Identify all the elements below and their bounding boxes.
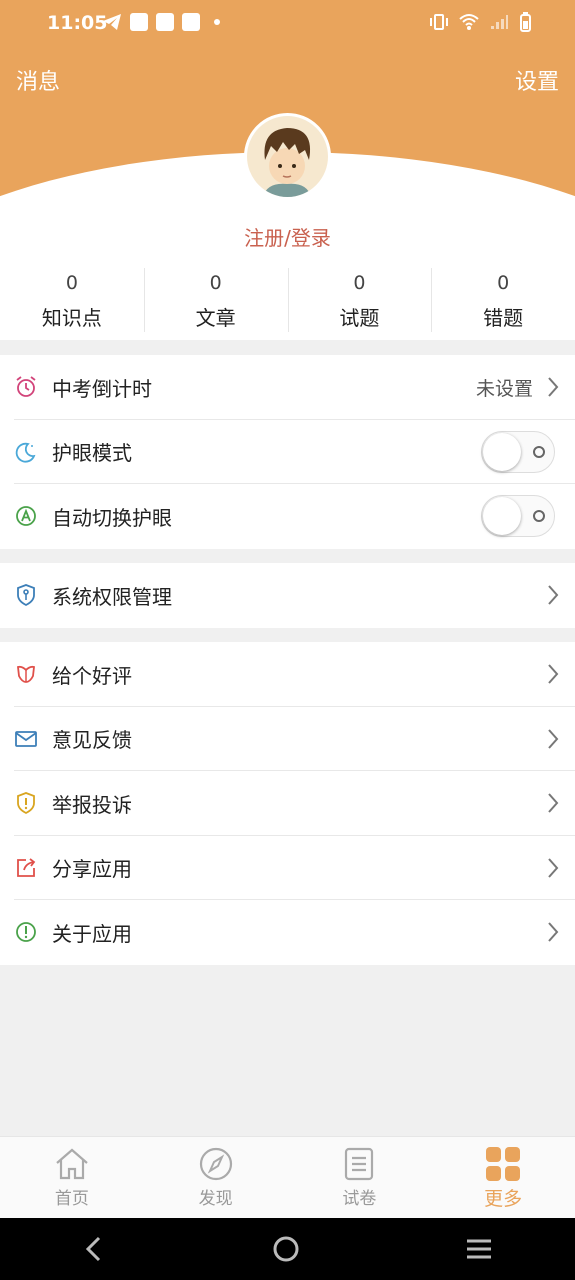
signal-icon: [491, 15, 508, 29]
home-icon: [56, 1148, 88, 1180]
settings-link[interactable]: 设置: [515, 64, 559, 96]
stat-wrong-questions[interactable]: 0 错题: [431, 262, 575, 340]
flower-icon: [14, 662, 38, 686]
countdown-value: 未设置: [475, 377, 533, 400]
chevron-right-icon: [548, 922, 559, 942]
countdown-right: 未设置: [476, 355, 559, 420]
moon-icon: [14, 440, 38, 464]
stats-bar: 0 知识点 0 文章 0 试题 0 错题: [0, 262, 575, 340]
battery-icon: [520, 12, 531, 32]
stat-label: 文章: [195, 306, 236, 330]
telegram-icon: [103, 14, 121, 30]
stat-articles[interactable]: 0 文章: [143, 262, 288, 340]
stat-value: 0: [353, 272, 366, 294]
chevron-right-icon: [548, 585, 559, 605]
vibrate-icon: [430, 14, 448, 30]
tab-home[interactable]: 首页: [0, 1137, 144, 1218]
chevron-right-icon: [548, 729, 559, 749]
permissions-group: 系统权限管理: [0, 563, 575, 628]
eye-mode-label: 护眼模式: [52, 441, 132, 466]
shield-key-icon: [14, 583, 38, 607]
rate-app-row[interactable]: 给个好评: [0, 642, 575, 707]
share-app-row[interactable]: 分享应用: [0, 836, 575, 901]
stat-value: 0: [209, 272, 222, 294]
share-app-right: [547, 836, 559, 901]
wifi-icon: [459, 14, 479, 30]
toggle-off-indicator: [533, 445, 545, 458]
stat-questions[interactable]: 0 试题: [287, 262, 432, 340]
avatar[interactable]: [244, 113, 331, 200]
info-circle-icon: [14, 920, 38, 944]
avatar-image: [263, 128, 311, 197]
report-label: 举报投诉: [52, 792, 132, 817]
more-group: 给个好评 意见反馈 举报投诉 分享应用 关于应用: [0, 642, 575, 965]
grid-icon: [486, 1147, 521, 1181]
report-row[interactable]: 举报投诉: [0, 771, 575, 836]
tab-label: 首页: [54, 1189, 89, 1209]
bottom-tab-bar: 首页 发现 试卷 更多: [0, 1136, 575, 1218]
system-icons: [429, 12, 531, 32]
status-bar: 11:05: [0, 0, 575, 48]
auto-eye-row: 自动切换护眼: [0, 484, 575, 549]
report-right: [547, 771, 559, 836]
countdown-label: 中考倒计时: [52, 376, 152, 401]
auto-switch-icon: [14, 504, 38, 528]
compass-icon: [199, 1147, 232, 1181]
mail-notification-icon: [182, 13, 200, 31]
toggle-off-indicator: [533, 510, 545, 523]
countdown-row[interactable]: 中考倒计时 未设置: [0, 355, 575, 420]
chevron-right-icon: [548, 858, 559, 878]
stat-label: 试题: [339, 306, 380, 330]
chevron-right-icon: [548, 664, 559, 684]
auto-eye-label: 自动切换护眼: [52, 505, 172, 530]
notification-icons: [102, 13, 220, 31]
stat-value: 0: [497, 272, 510, 294]
paper-icon: [345, 1147, 374, 1181]
toggle-knob: [483, 432, 521, 471]
login-register-link[interactable]: 注册/登录: [0, 222, 575, 251]
tab-label: 发现: [198, 1189, 233, 1209]
messages-link[interactable]: 消息: [16, 64, 60, 96]
permissions-right: [547, 563, 559, 628]
chevron-right-icon: [548, 377, 559, 397]
auto-eye-toggle[interactable]: [481, 495, 555, 538]
stat-value: 0: [65, 272, 78, 294]
tab-discover[interactable]: 发现: [144, 1137, 288, 1218]
alarm-clock-icon: [14, 375, 38, 399]
permissions-row[interactable]: 系统权限管理: [0, 563, 575, 628]
feedback-label: 意见反馈: [52, 728, 132, 753]
rate-app-label: 给个好评: [52, 663, 132, 688]
mail-notification-icon: [156, 13, 174, 31]
rate-app-right: [547, 642, 559, 707]
stat-label: 知识点: [41, 306, 102, 330]
toggle-knob: [483, 497, 521, 536]
recents-icon[interactable]: [465, 1237, 493, 1261]
chevron-right-icon: [548, 793, 559, 813]
system-nav-bar: [0, 1218, 575, 1280]
about-app-row[interactable]: 关于应用: [0, 900, 575, 965]
more-notifications-icon: [214, 19, 220, 25]
eye-mode-toggle[interactable]: [481, 430, 555, 473]
permissions-label: 系统权限管理: [52, 584, 172, 609]
settings-group: 中考倒计时 未设置 护眼模式 自动切换护眼: [0, 355, 575, 549]
tab-papers[interactable]: 试卷: [288, 1137, 432, 1218]
status-time: 11:05: [47, 12, 108, 34]
home-nav-icon[interactable]: [272, 1235, 300, 1263]
feedback-row[interactable]: 意见反馈: [0, 707, 575, 772]
share-app-label: 分享应用: [52, 857, 132, 882]
report-shield-icon: [14, 791, 38, 815]
envelope-icon: [14, 727, 38, 751]
stat-label: 错题: [483, 306, 524, 330]
tab-more[interactable]: 更多: [431, 1137, 575, 1218]
back-icon[interactable]: [83, 1235, 107, 1263]
mail-notification-icon: [130, 13, 148, 31]
tab-label: 更多: [484, 1188, 523, 1210]
feedback-right: [547, 707, 559, 772]
share-icon: [14, 856, 38, 880]
tab-label: 试卷: [342, 1189, 377, 1209]
stat-knowledge-points[interactable]: 0 知识点: [0, 262, 144, 340]
eye-mode-row: 护眼模式: [0, 420, 575, 485]
about-app-right: [547, 900, 559, 965]
about-app-label: 关于应用: [52, 921, 132, 946]
